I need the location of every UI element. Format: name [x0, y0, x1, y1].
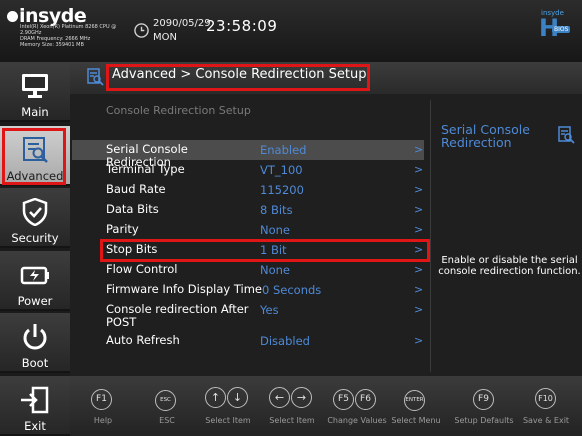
advanced-settings-icon	[23, 137, 48, 163]
setting-value[interactable]: Disabled	[260, 334, 310, 348]
setting-value[interactable]: 115200	[260, 183, 304, 197]
sidebar-item-label: Boot	[21, 356, 49, 370]
chevron-right-icon: >	[414, 143, 424, 156]
setting-name: Flow Control	[106, 262, 178, 276]
setting-name: Baud Rate	[106, 182, 166, 196]
key-legend-bar	[70, 376, 582, 436]
sidebar-item-label: Power	[17, 294, 53, 308]
memory-size: Memory Size: 359401 MB	[20, 42, 84, 48]
chevron-right-icon: >	[414, 223, 424, 236]
sidebar-item-label: Exit	[24, 419, 46, 433]
help-settings-icon	[558, 126, 575, 144]
setting-name: Parity	[106, 222, 139, 236]
sidebar-item-power[interactable]: Power	[0, 251, 70, 311]
sidebar-item-label: Security	[11, 231, 59, 245]
system-info: Intel(R) Xeon(R) Platinum 8268 CPU @ 2.9…	[20, 24, 138, 48]
setting-row-serial-console-redirection[interactable]: Serial Console Redirection Enabled >	[72, 140, 424, 169]
setting-value[interactable]: None	[260, 223, 290, 237]
setting-row-console-redirection-after-post[interactable]: Console redirection After POST Yes >	[72, 300, 424, 330]
setting-name: Data Bits	[106, 202, 159, 216]
setting-row-data-bits[interactable]: Data Bits 8 Bits >	[72, 200, 424, 220]
power-icon	[23, 324, 47, 350]
setting-row-baud-rate[interactable]: Baud Rate 115200 >	[72, 180, 424, 200]
arrow-down-icon: ↓	[227, 387, 248, 408]
clock-icon	[134, 23, 149, 38]
panel-divider	[430, 100, 431, 372]
sidebar-item-advanced[interactable]: Advanced	[0, 126, 70, 186]
key-label-setup-defaults: Setup Defaults	[454, 416, 514, 425]
setting-value[interactable]: 0 Seconds	[262, 283, 321, 297]
arrow-left-icon: ←	[269, 387, 290, 408]
chevron-right-icon: >	[414, 303, 424, 316]
setting-value[interactable]: 8 Bits	[260, 203, 293, 217]
key-enter[interactable]: ENTER	[404, 386, 426, 411]
setting-value[interactable]: Enabled	[260, 143, 306, 157]
setting-row-parity[interactable]: Parity None >	[72, 220, 424, 240]
key-cap: F9	[473, 389, 494, 410]
key-label-change-values: Change Values	[327, 416, 387, 425]
key-cap: ENTER	[404, 390, 425, 411]
setting-value[interactable]: VT_100	[260, 163, 303, 177]
key-cap: ESC	[155, 390, 176, 411]
time-display: 23:58:09	[206, 17, 278, 35]
arrow-right-icon: →	[291, 387, 312, 408]
key-label-save-exit: Save & Exit	[522, 416, 570, 425]
setting-row-stop-bits[interactable]: Stop Bits 1 Bit >	[72, 240, 424, 260]
key-esc[interactable]: ESC	[155, 386, 177, 411]
key-cap: F10	[535, 388, 556, 409]
key-cap: F6	[355, 389, 376, 410]
key-label-exit: ESC	[159, 416, 175, 425]
key-left-right[interactable]: ← →	[269, 386, 313, 410]
battery-icon	[20, 266, 49, 285]
exit-door-icon	[21, 386, 49, 414]
date-display: 2090/05/29	[153, 18, 211, 29]
day-display: MON	[153, 32, 177, 43]
chevron-right-icon: >	[414, 334, 424, 347]
chevron-right-icon: >	[414, 283, 424, 296]
key-f1[interactable]: F1	[91, 386, 113, 410]
key-f5-f6[interactable]: F5 F6	[333, 386, 377, 410]
setting-name: Terminal Type	[106, 162, 185, 176]
sidebar-item-main[interactable]: Main	[0, 62, 70, 122]
key-cap: F5	[333, 389, 354, 410]
shield-icon	[22, 198, 48, 226]
key-f9[interactable]: F9	[473, 386, 495, 410]
section-title: Console Redirection Setup	[106, 104, 251, 117]
setting-name: Stop Bits	[106, 242, 158, 256]
key-cap: F1	[91, 389, 112, 410]
setting-value[interactable]: Yes	[260, 303, 279, 317]
key-up-down[interactable]: ↑ ↓	[205, 386, 249, 410]
setting-name: Console redirection After POST	[106, 302, 249, 329]
key-f10[interactable]: F10	[535, 386, 557, 410]
chevron-right-icon: >	[414, 183, 424, 196]
key-label-select-item: Select Item	[205, 416, 251, 425]
setting-row-flow-control[interactable]: Flow Control None >	[72, 260, 424, 280]
key-label-help: Help	[93, 416, 113, 425]
sidebar-item-exit[interactable]: Exit	[0, 376, 70, 436]
sidebar: Main Advanced Security Power Boot Exit	[0, 62, 70, 436]
sidebar-item-boot[interactable]: Boot	[0, 313, 70, 373]
monitor-icon	[22, 74, 48, 98]
sidebar-item-security[interactable]: Security	[0, 188, 70, 248]
chevron-right-icon: >	[414, 263, 424, 276]
setting-name: Auto Refresh	[106, 333, 180, 347]
key-label-select-menu: Select Menu	[391, 416, 441, 425]
chevron-right-icon: >	[414, 203, 424, 216]
help-title: Serial Console Redirection	[441, 122, 530, 150]
help-description: Enable or disable the serial console red…	[438, 255, 581, 277]
breadcrumb: Advanced > Console Redirection Setup	[112, 67, 367, 82]
setting-row-auto-refresh[interactable]: Auto Refresh Disabled >	[72, 331, 424, 351]
chevron-right-icon: >	[414, 243, 424, 256]
setting-name: Firmware Info Display Time	[106, 282, 262, 296]
setting-value[interactable]: 1 Bit	[260, 243, 287, 257]
chevron-right-icon: >	[414, 163, 424, 176]
setting-row-terminal-type[interactable]: Terminal Type VT_100 >	[72, 160, 424, 180]
page-settings-icon	[87, 68, 104, 86]
setting-row-firmware-info-display-time[interactable]: Firmware Info Display Time 0 Seconds >	[72, 280, 424, 300]
arrow-up-icon: ↑	[205, 387, 226, 408]
sidebar-item-label: Advanced	[6, 169, 64, 183]
setting-value[interactable]: None	[260, 263, 290, 277]
sidebar-item-label: Main	[21, 105, 49, 119]
key-label-select-item: Select Item	[269, 416, 315, 425]
